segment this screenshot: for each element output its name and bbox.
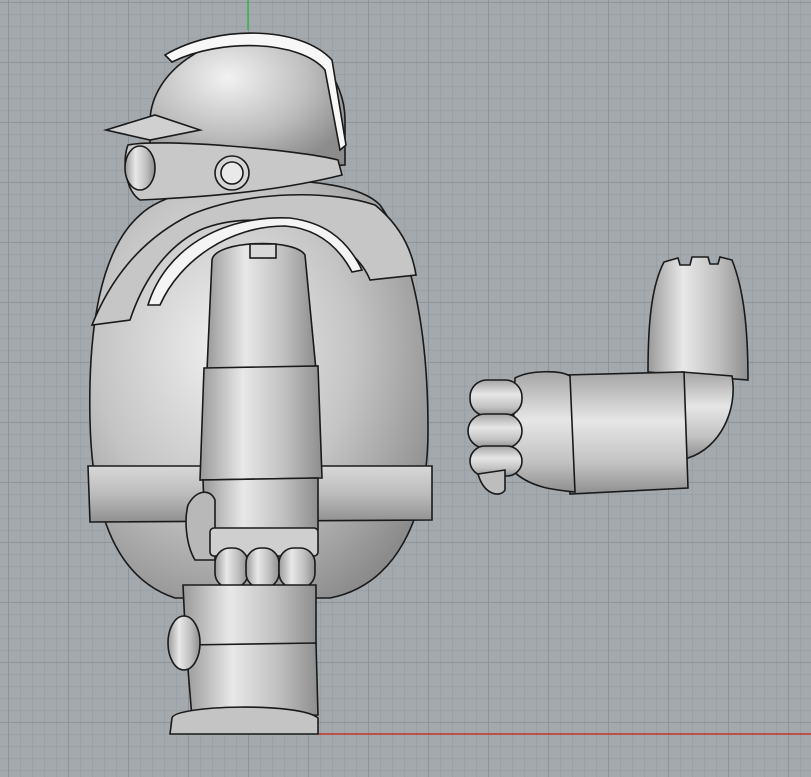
detached-arm-assembly[interactable] (467, 256, 749, 495)
detached-forearm (564, 371, 689, 495)
arm-shoulder-notch (249, 243, 277, 259)
arm-upper (206, 242, 317, 371)
detached-elbow (681, 371, 734, 459)
robot-boot (167, 584, 319, 735)
goggle-lens-front (124, 145, 156, 191)
detached-upper-arm (647, 256, 749, 381)
arm-wrist (202, 477, 319, 531)
3d-viewport[interactable] (0, 0, 811, 777)
goggle-lens-side-inner (220, 161, 244, 185)
detached-fist (467, 379, 523, 495)
robot-model[interactable] (87, 32, 433, 735)
arm-lower (199, 365, 323, 481)
